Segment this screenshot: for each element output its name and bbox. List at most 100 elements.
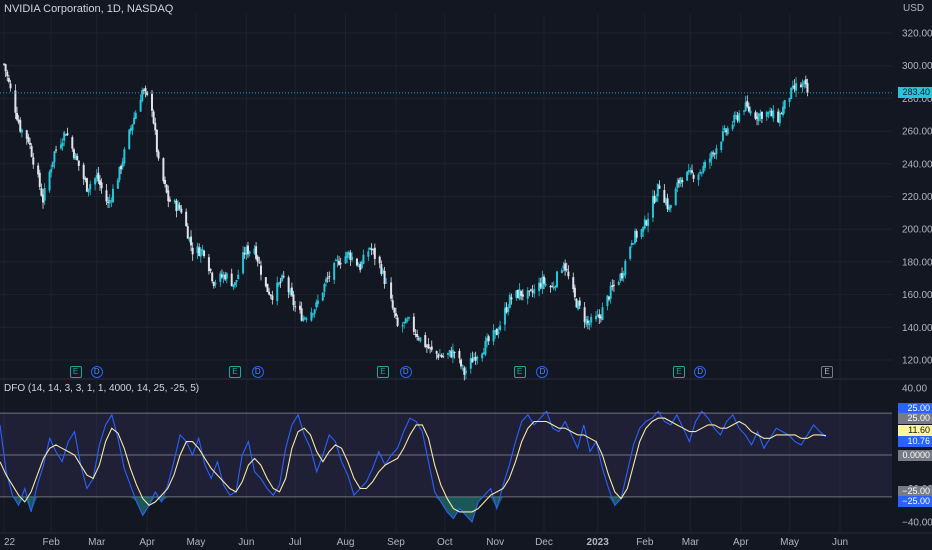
price-tick-label: 160.00 bbox=[902, 290, 932, 301]
time-tick-label: Jun bbox=[238, 537, 254, 548]
candle-body bbox=[529, 289, 532, 291]
dividend-marker[interactable]: D bbox=[251, 366, 264, 378]
candle-body bbox=[635, 231, 638, 238]
candle-body bbox=[720, 141, 723, 150]
candle-body bbox=[355, 258, 358, 266]
candle-body bbox=[669, 205, 672, 208]
candle-body bbox=[141, 89, 144, 101]
candle-body bbox=[435, 351, 438, 354]
candle-body bbox=[9, 83, 12, 89]
candle-body bbox=[256, 256, 259, 262]
earnings-marker[interactable]: E bbox=[513, 366, 526, 378]
candle-body bbox=[279, 281, 282, 283]
time-tick-label: Apr bbox=[733, 537, 749, 548]
symbol-title[interactable]: NVIDIA Corporation, 1D, NASDAQ bbox=[4, 3, 173, 15]
candle-body bbox=[201, 249, 204, 251]
earnings-marker[interactable]: E bbox=[672, 366, 685, 378]
candle-body bbox=[560, 270, 563, 273]
dividend-marker[interactable]: D bbox=[399, 366, 412, 378]
time-tick-label: Nov bbox=[486, 537, 504, 548]
earnings-marker[interactable]: E bbox=[820, 366, 833, 378]
indicator-value-badge: 25.00 bbox=[898, 412, 932, 424]
candle-body bbox=[190, 236, 193, 246]
candle-body bbox=[790, 87, 793, 99]
indicator-value-badge: −25.00 bbox=[898, 496, 932, 508]
candle-body bbox=[624, 260, 627, 275]
candle-body bbox=[259, 265, 262, 275]
candle-body bbox=[595, 316, 598, 320]
price-tick-label: 180.00 bbox=[902, 257, 932, 268]
last-price-badge: 283.40 bbox=[898, 87, 932, 99]
candle-body bbox=[772, 110, 775, 119]
candle-body bbox=[43, 188, 46, 201]
candle-body bbox=[82, 164, 85, 179]
candle-body bbox=[105, 190, 108, 202]
candle-body bbox=[658, 185, 661, 189]
candle-body bbox=[266, 283, 269, 293]
candle-body bbox=[16, 113, 19, 120]
candle-body bbox=[71, 137, 74, 149]
candle-body bbox=[14, 90, 17, 113]
price-tick-label: 320.00 bbox=[902, 29, 932, 40]
earnings-marker[interactable]: E bbox=[228, 366, 241, 378]
candle-body bbox=[235, 279, 238, 282]
price-tick-label: 140.00 bbox=[902, 323, 932, 334]
candle-body bbox=[542, 276, 545, 284]
candle-body bbox=[76, 155, 79, 161]
candle-body bbox=[333, 262, 336, 280]
candle-body bbox=[451, 349, 454, 358]
candle-body bbox=[61, 142, 64, 147]
earnings-marker[interactable]: E bbox=[69, 366, 82, 378]
candle-body bbox=[151, 93, 154, 111]
candle-body bbox=[407, 317, 410, 319]
candle-body bbox=[225, 273, 228, 279]
candle-body bbox=[144, 88, 147, 92]
dividend-marker[interactable]: D bbox=[90, 366, 103, 378]
candle-body bbox=[383, 271, 386, 285]
candle-body bbox=[97, 172, 100, 182]
candle-body bbox=[458, 351, 461, 359]
candle-body bbox=[66, 133, 69, 136]
candle-body bbox=[510, 297, 513, 300]
candle-body bbox=[442, 356, 445, 358]
candle-body bbox=[430, 346, 433, 350]
candle-body bbox=[164, 179, 167, 185]
candle-body bbox=[778, 113, 781, 124]
indicator-value-badge: 11.60 bbox=[898, 425, 932, 437]
indicator-tick-label: −40.00 bbox=[902, 518, 932, 529]
candle-body bbox=[323, 284, 326, 292]
time-tick-label: 22 bbox=[4, 537, 16, 548]
candle-body bbox=[292, 294, 295, 306]
candle-body bbox=[116, 180, 119, 189]
candle-body bbox=[180, 208, 183, 213]
candle-body bbox=[464, 370, 467, 374]
candle-body bbox=[63, 132, 66, 141]
candle-body bbox=[394, 313, 397, 317]
time-tick-label: Dec bbox=[535, 537, 553, 548]
time-tick-label: Oct bbox=[437, 537, 453, 548]
candle-body bbox=[565, 269, 568, 271]
candle-body bbox=[528, 290, 531, 292]
candle-body bbox=[237, 274, 240, 280]
indicator-title[interactable]: DFO (14, 14, 3, 3, 1, 1, 4000, 14, 25, -… bbox=[4, 383, 199, 394]
earnings-marker[interactable]: E bbox=[376, 366, 389, 378]
candle-body bbox=[767, 112, 770, 114]
candle-body bbox=[89, 184, 92, 190]
candle-body bbox=[412, 316, 415, 332]
candle-body bbox=[233, 282, 236, 286]
candle-body bbox=[731, 124, 734, 129]
time-tick-label: Aug bbox=[337, 537, 355, 548]
candle-body bbox=[77, 160, 80, 166]
candle-body bbox=[258, 262, 261, 264]
price-tick-label: 260.00 bbox=[902, 127, 932, 138]
chart-canvas[interactable]: 320.00300.00280.00260.00240.00220.00200.… bbox=[0, 0, 932, 550]
time-tick-label: Feb bbox=[43, 537, 61, 548]
candle-body bbox=[351, 256, 354, 260]
candle-body bbox=[681, 180, 684, 183]
time-tick-label: Feb bbox=[636, 537, 654, 548]
candle-body bbox=[154, 122, 157, 131]
candle-body bbox=[316, 300, 319, 304]
candle-body bbox=[203, 250, 206, 257]
dividend-marker[interactable]: D bbox=[694, 366, 707, 378]
candle-body bbox=[746, 101, 749, 107]
